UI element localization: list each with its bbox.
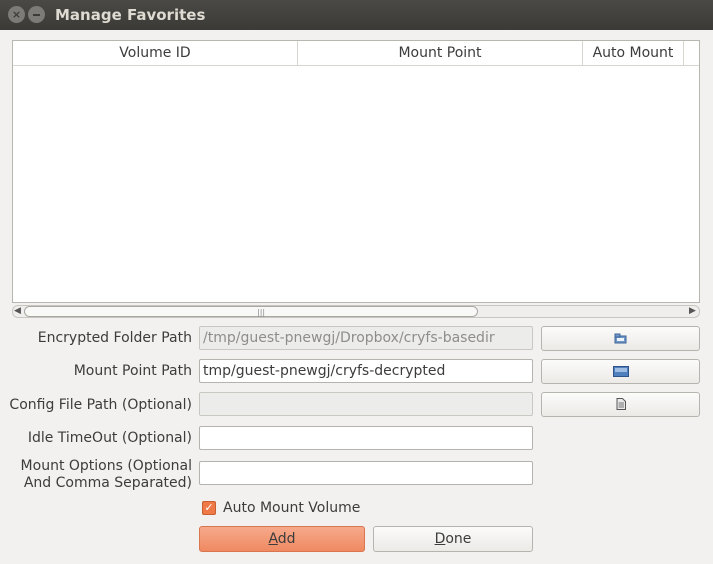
horizontal-scrollbar[interactable]: ◀ ||| ▶ bbox=[12, 305, 700, 318]
column-header-auto-mount[interactable]: Auto Mount bbox=[583, 41, 684, 65]
column-header-mount-point[interactable]: Mount Point bbox=[298, 41, 583, 65]
drive-icon bbox=[613, 366, 629, 377]
scroll-left-icon[interactable]: ◀ bbox=[14, 305, 21, 318]
auto-mount-checkbox[interactable]: ✓ bbox=[202, 501, 216, 515]
folder-icon bbox=[614, 333, 627, 344]
title-bar: × Manage Favorites bbox=[0, 0, 713, 30]
done-label-rest: one bbox=[445, 531, 472, 547]
mount-options-field[interactable] bbox=[199, 461, 533, 485]
config-file-label: Config File Path (Optional) bbox=[9, 397, 192, 413]
file-icon bbox=[616, 398, 626, 410]
scroll-right-icon[interactable]: ▶ bbox=[689, 305, 696, 318]
mount-options-label-line1: Mount Options (Optional bbox=[20, 458, 192, 474]
add-button[interactable]: Add bbox=[199, 526, 365, 552]
minimize-icon bbox=[33, 14, 40, 16]
idle-timeout-label: Idle TimeOut (Optional) bbox=[27, 430, 192, 446]
browse-folder-button[interactable] bbox=[541, 326, 700, 351]
favorites-table[interactable]: Volume ID Mount Point Auto Mount bbox=[12, 40, 700, 303]
config-file-field[interactable] bbox=[199, 392, 533, 416]
add-label-rest: dd bbox=[277, 531, 296, 547]
add-mnemonic: A bbox=[268, 531, 278, 547]
browse-config-file-button[interactable] bbox=[541, 392, 700, 417]
encrypted-folder-field[interactable]: /tmp/guest-pnewgj/Dropbox/cryfs-basedir bbox=[199, 326, 533, 350]
mount-options-label-line2: And Comma Separated) bbox=[23, 475, 192, 491]
mount-options-label: Mount Options (Optional And Comma Separa… bbox=[0, 458, 192, 492]
done-button[interactable]: Done bbox=[373, 526, 533, 552]
close-button[interactable]: × bbox=[8, 6, 25, 23]
scrollbar-thumb[interactable]: ||| bbox=[24, 306, 478, 317]
mount-point-label: Mount Point Path bbox=[73, 363, 192, 379]
browse-mount-point-button[interactable] bbox=[541, 359, 700, 384]
minimize-button[interactable] bbox=[28, 6, 45, 23]
mount-point-field[interactable]: tmp/guest-pnewgj/cryfs-decrypted bbox=[199, 359, 533, 383]
idle-timeout-field[interactable] bbox=[199, 426, 533, 450]
table-header: Volume ID Mount Point Auto Mount bbox=[13, 41, 699, 66]
encrypted-folder-label: Encrypted Folder Path bbox=[37, 330, 192, 346]
auto-mount-label[interactable]: Auto Mount Volume bbox=[223, 500, 360, 516]
close-icon: × bbox=[11, 8, 22, 21]
column-header-volume-id[interactable]: Volume ID bbox=[13, 41, 298, 65]
scrollbar-grip-icon: ||| bbox=[257, 308, 266, 317]
done-mnemonic: D bbox=[434, 531, 446, 547]
window-title: Manage Favorites bbox=[55, 6, 206, 24]
